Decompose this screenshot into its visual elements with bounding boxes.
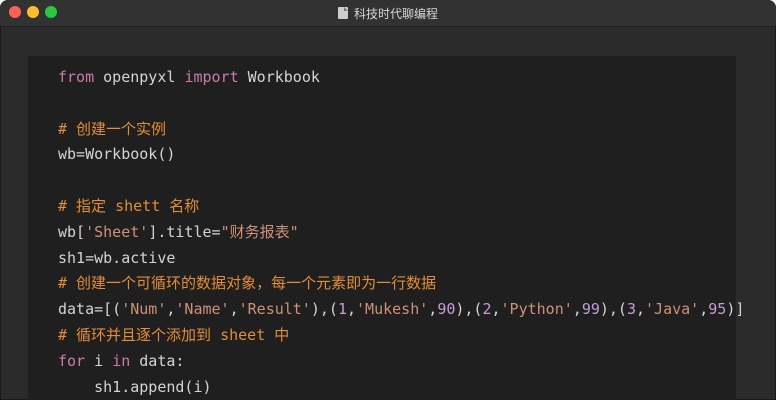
code-token: 3 <box>626 300 636 319</box>
code-token: ),( <box>310 300 338 319</box>
code-token: ),( <box>599 300 627 319</box>
code-token: in <box>112 351 131 370</box>
code-token: openpyxl <box>94 68 185 86</box>
code-line[interactable]: # 创建一个实例 <box>58 117 744 143</box>
document-icon <box>337 7 348 19</box>
code-token: 99 <box>581 300 600 319</box>
code-token: ),( <box>455 300 483 319</box>
code-token: 'Result' <box>238 300 311 319</box>
code-line[interactable]: from openpyxl import Workbook <box>58 65 744 91</box>
code-token: i <box>85 351 113 370</box>
app-window: 科技时代聊编程 from openpyxl import Workbook # … <box>0 0 776 400</box>
code-token: 'Sheet' <box>85 222 149 241</box>
code-line[interactable]: for i in data: <box>58 349 744 375</box>
window-title: 科技时代聊编程 <box>353 6 438 21</box>
code-token: import <box>184 68 239 86</box>
code-token: 'Python' <box>500 300 573 319</box>
code-token: , <box>572 300 582 319</box>
code-token: # 指定 shett 名称 <box>58 196 200 215</box>
code-line[interactable]: # 指定 shett 名称 <box>58 194 744 220</box>
code-token: )] <box>726 300 745 319</box>
code-token: 'Num' <box>121 300 167 319</box>
code-token: , <box>428 300 438 319</box>
window-title-area: 科技时代聊编程 <box>0 0 776 26</box>
code-token: wb[ <box>58 222 86 241</box>
code-token: data=[( <box>58 300 122 319</box>
code-line[interactable]: # 创建一个可循环的数据对象，每一个元素即为一行数据 <box>58 271 744 297</box>
code-token: # 循环并且逐个添加到 sheet 中 <box>58 325 290 344</box>
title-bar[interactable]: 科技时代聊编程 <box>0 0 776 27</box>
code-token: # 创建一个可循环的数据对象，每一个元素即为一行数据 <box>58 274 437 293</box>
code-token: ].title= <box>148 222 221 241</box>
code-line[interactable] <box>58 168 744 194</box>
code-token: wb=Workbook() <box>58 145 176 164</box>
code-line[interactable]: wb['Sheet'].title="财务报表" <box>58 220 744 246</box>
code-line[interactable]: sh1.append(i) <box>58 375 744 400</box>
code-token: 90 <box>437 300 456 319</box>
code-token: , <box>347 300 357 319</box>
code-token: , <box>491 300 501 319</box>
code-token: , <box>229 300 239 319</box>
code-line[interactable]: # 循环并且逐个添加到 sheet 中 <box>58 323 744 349</box>
code-token: 1 <box>337 300 347 319</box>
code-token: 'Name' <box>175 300 230 319</box>
code-token: sh1=wb.active <box>58 248 176 267</box>
code-line[interactable]: wb=Workbook() <box>58 142 744 168</box>
code-token: # 创建一个实例 <box>58 119 167 138</box>
code-line[interactable]: data=[('Num','Name','Result'),(1,'Mukesh… <box>58 297 744 323</box>
code-block[interactable]: from openpyxl import Workbook # 创建一个实例 wb… <box>58 65 744 400</box>
code-token: data: <box>130 351 185 370</box>
code-token: Workbook <box>238 68 320 86</box>
code-token: from <box>58 68 95 86</box>
code-line[interactable] <box>58 91 744 117</box>
code-token: 'Mukesh' <box>356 300 429 319</box>
code-token: 2 <box>482 300 492 319</box>
code-token: for <box>58 351 86 370</box>
code-token: 95 <box>708 300 727 319</box>
code-editor[interactable]: from openpyxl import Workbook # 创建一个实例 wb… <box>28 56 744 400</box>
code-token: , <box>636 300 646 319</box>
code-token: , <box>699 300 709 319</box>
code-token: "财务报表" <box>220 222 299 241</box>
code-line[interactable]: sh1=wb.active <box>58 246 744 272</box>
code-token: 'Java' <box>645 300 700 319</box>
code-token: sh1.append(i) <box>58 377 212 396</box>
